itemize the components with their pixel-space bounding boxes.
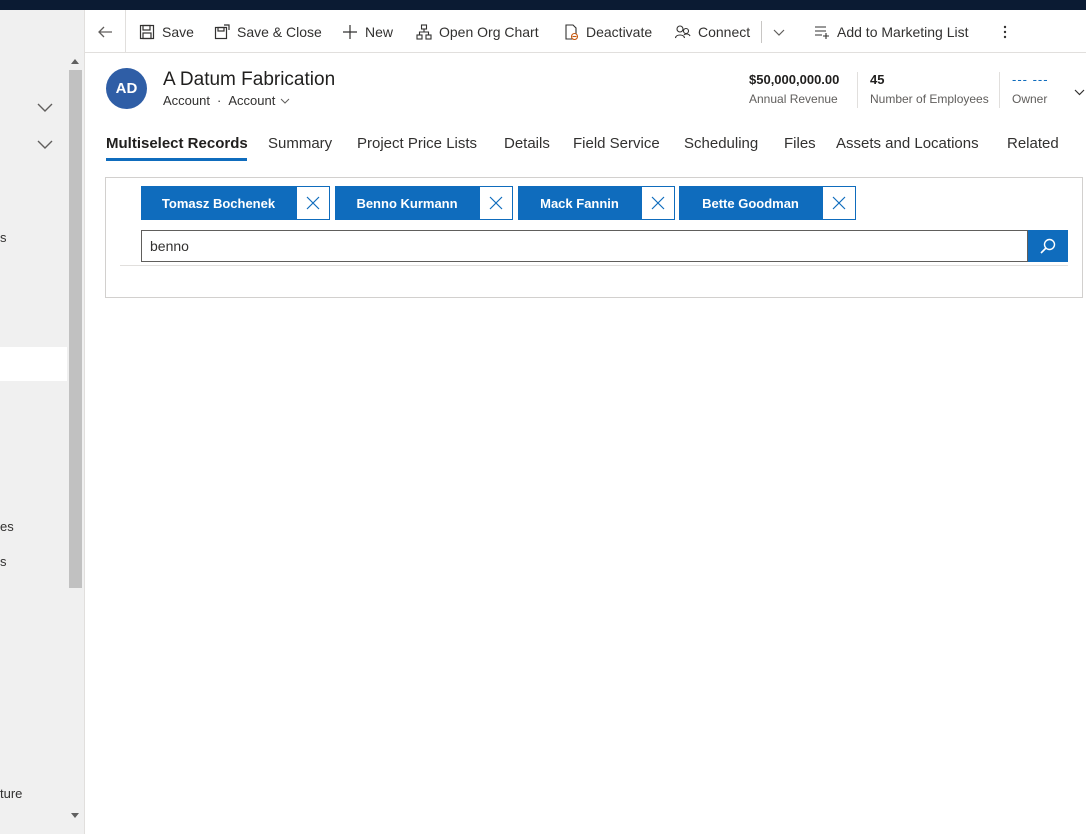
selected-record-label[interactable]: Bette Goodman [679,186,822,220]
connect-label: Connect [698,23,751,40]
tab-related[interactable]: Related [1007,135,1059,152]
search-icon [1040,238,1056,254]
tab-multiselect-records[interactable]: Multiselect Records [106,135,248,152]
add-to-marketing-list-button[interactable]: Add to Marketing List [814,10,969,53]
selected-record-tag[interactable]: Tomasz Bochenek [141,186,330,220]
tab-scheduling[interactable]: Scheduling [684,135,758,152]
deactivate-label: Deactivate [586,23,653,40]
nav-item-fragment[interactable]: es [0,519,14,534]
deactivate-icon [565,23,579,40]
chevron-down-icon[interactable] [36,98,54,116]
key-field-value: 45 [870,72,885,87]
divider [999,72,1000,108]
app-top-bar [0,0,1086,10]
nav-item-fragment[interactable]: ture [0,786,22,801]
close-icon [306,196,320,210]
org-chart-icon [416,23,432,40]
back-arrow-icon [98,26,112,37]
selected-record-tag[interactable]: Bette Goodman [679,186,856,220]
command-bar: Save Save & Close New Open Org Chart Dea… [85,10,1086,53]
selected-record-label[interactable]: Tomasz Bochenek [141,186,296,220]
search-button[interactable] [1028,230,1068,262]
connect-icon [675,24,691,38]
key-field-owner[interactable]: --- --- Owner [1012,72,1049,106]
connect-button[interactable]: Connect [675,10,750,53]
close-icon [489,196,503,210]
scroll-up-arrow-icon[interactable] [71,59,79,64]
tab-assets-and-locations[interactable]: Assets and Locations [836,135,979,152]
tab-field-service[interactable]: Field Service [573,135,660,152]
deactivate-button[interactable]: Deactivate [563,10,652,53]
left-nav: s es s ture [0,10,85,834]
selected-record-label[interactable]: Benno Kurmann [335,186,479,220]
scrollbar-thumb[interactable] [69,70,82,588]
key-field-label: Annual Revenue [749,92,838,106]
active-tab-indicator [106,158,247,161]
divider [761,21,762,43]
open-org-chart-label: Open Org Chart [439,23,539,40]
tab-files[interactable]: Files [784,135,816,152]
divider [120,265,1068,266]
save-icon [139,24,155,39]
add-to-marketing-list-label: Add to Marketing List [837,23,969,40]
plus-icon [343,24,357,39]
remove-tag-button[interactable] [822,186,856,220]
save-button[interactable]: Save [139,10,194,53]
record-title: A Datum Fabrication [163,69,336,90]
more-vertical-icon [1003,25,1007,38]
open-org-chart-button[interactable]: Open Org Chart [416,10,539,53]
record-subtitle: Account · Account [163,93,291,108]
divider [857,72,858,108]
tab-summary[interactable]: Summary [268,135,332,152]
more-commands-button[interactable] [997,10,1020,53]
close-icon [832,196,846,210]
key-field-annual-revenue: $50,000,000.00 Annual Revenue [749,72,839,106]
avatar: AD [106,68,147,109]
key-field-employees: 45 Number of Employees [870,72,989,106]
selected-record-label[interactable]: Mack Fannin [518,186,641,220]
tab-details[interactable]: Details [504,135,550,152]
save-close-label: Save & Close [237,23,322,40]
nav-item-fragment[interactable]: s [0,230,7,245]
close-icon [651,196,665,210]
remove-tag-button[interactable] [641,186,675,220]
entity-name: Account [163,93,210,108]
key-field-value[interactable]: --- --- [1012,72,1049,87]
selected-record-tag[interactable]: Mack Fannin [518,186,675,220]
remove-tag-button[interactable] [479,186,513,220]
key-field-label: Owner [1012,92,1048,106]
back-button[interactable] [85,10,126,53]
key-field-label: Number of Employees [870,92,989,106]
nav-item-fragment[interactable]: s [0,554,7,569]
new-label: New [365,23,394,40]
separator-dot: · [216,93,222,108]
add-to-list-icon [815,25,829,39]
new-button[interactable]: New [342,10,393,53]
tab-project-price-lists[interactable]: Project Price Lists [357,135,477,152]
scroll-down-arrow-icon[interactable] [71,813,79,818]
chevron-down-icon[interactable] [36,135,54,153]
nav-item-selected[interactable] [0,347,67,381]
selected-record-tag[interactable]: Benno Kurmann [335,186,513,220]
form-selector[interactable]: Account [228,93,275,108]
chevron-down-icon[interactable] [279,95,291,107]
save-label: Save [162,23,194,40]
save-close-button[interactable]: Save & Close [214,10,322,53]
more-connect-options-button[interactable] [771,10,794,53]
remove-tag-button[interactable] [296,186,330,220]
expand-header-chevron-icon[interactable] [1073,86,1086,99]
key-field-value: $50,000,000.00 [749,72,840,87]
search-input[interactable] [141,230,1028,262]
chevron-down-icon [773,29,785,36]
save-close-icon [214,23,230,39]
